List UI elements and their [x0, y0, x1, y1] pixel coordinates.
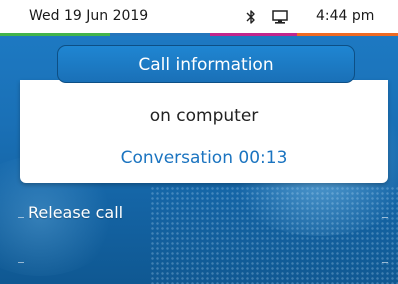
left-edge-tick: [18, 262, 24, 263]
conversation-timer: Conversation 00:13: [120, 148, 288, 168]
left-edge-tick: [18, 217, 24, 218]
background-dot-pattern: [150, 186, 398, 284]
bluetooth-icon: [245, 9, 257, 25]
status-time: 4:44 pm: [316, 8, 375, 24]
release-call-button[interactable]: Release call: [28, 203, 123, 222]
status-date: Wed 19 Jun 2019: [29, 8, 149, 24]
computer-icon: [271, 9, 289, 25]
right-edge-tick: [382, 262, 388, 263]
status-bar: Wed 19 Jun 2019 4:44 pm: [0, 0, 398, 36]
dialog-title: Call information: [57, 45, 355, 83]
call-device-label: on computer: [149, 106, 259, 126]
right-edge-tick: [382, 217, 388, 218]
